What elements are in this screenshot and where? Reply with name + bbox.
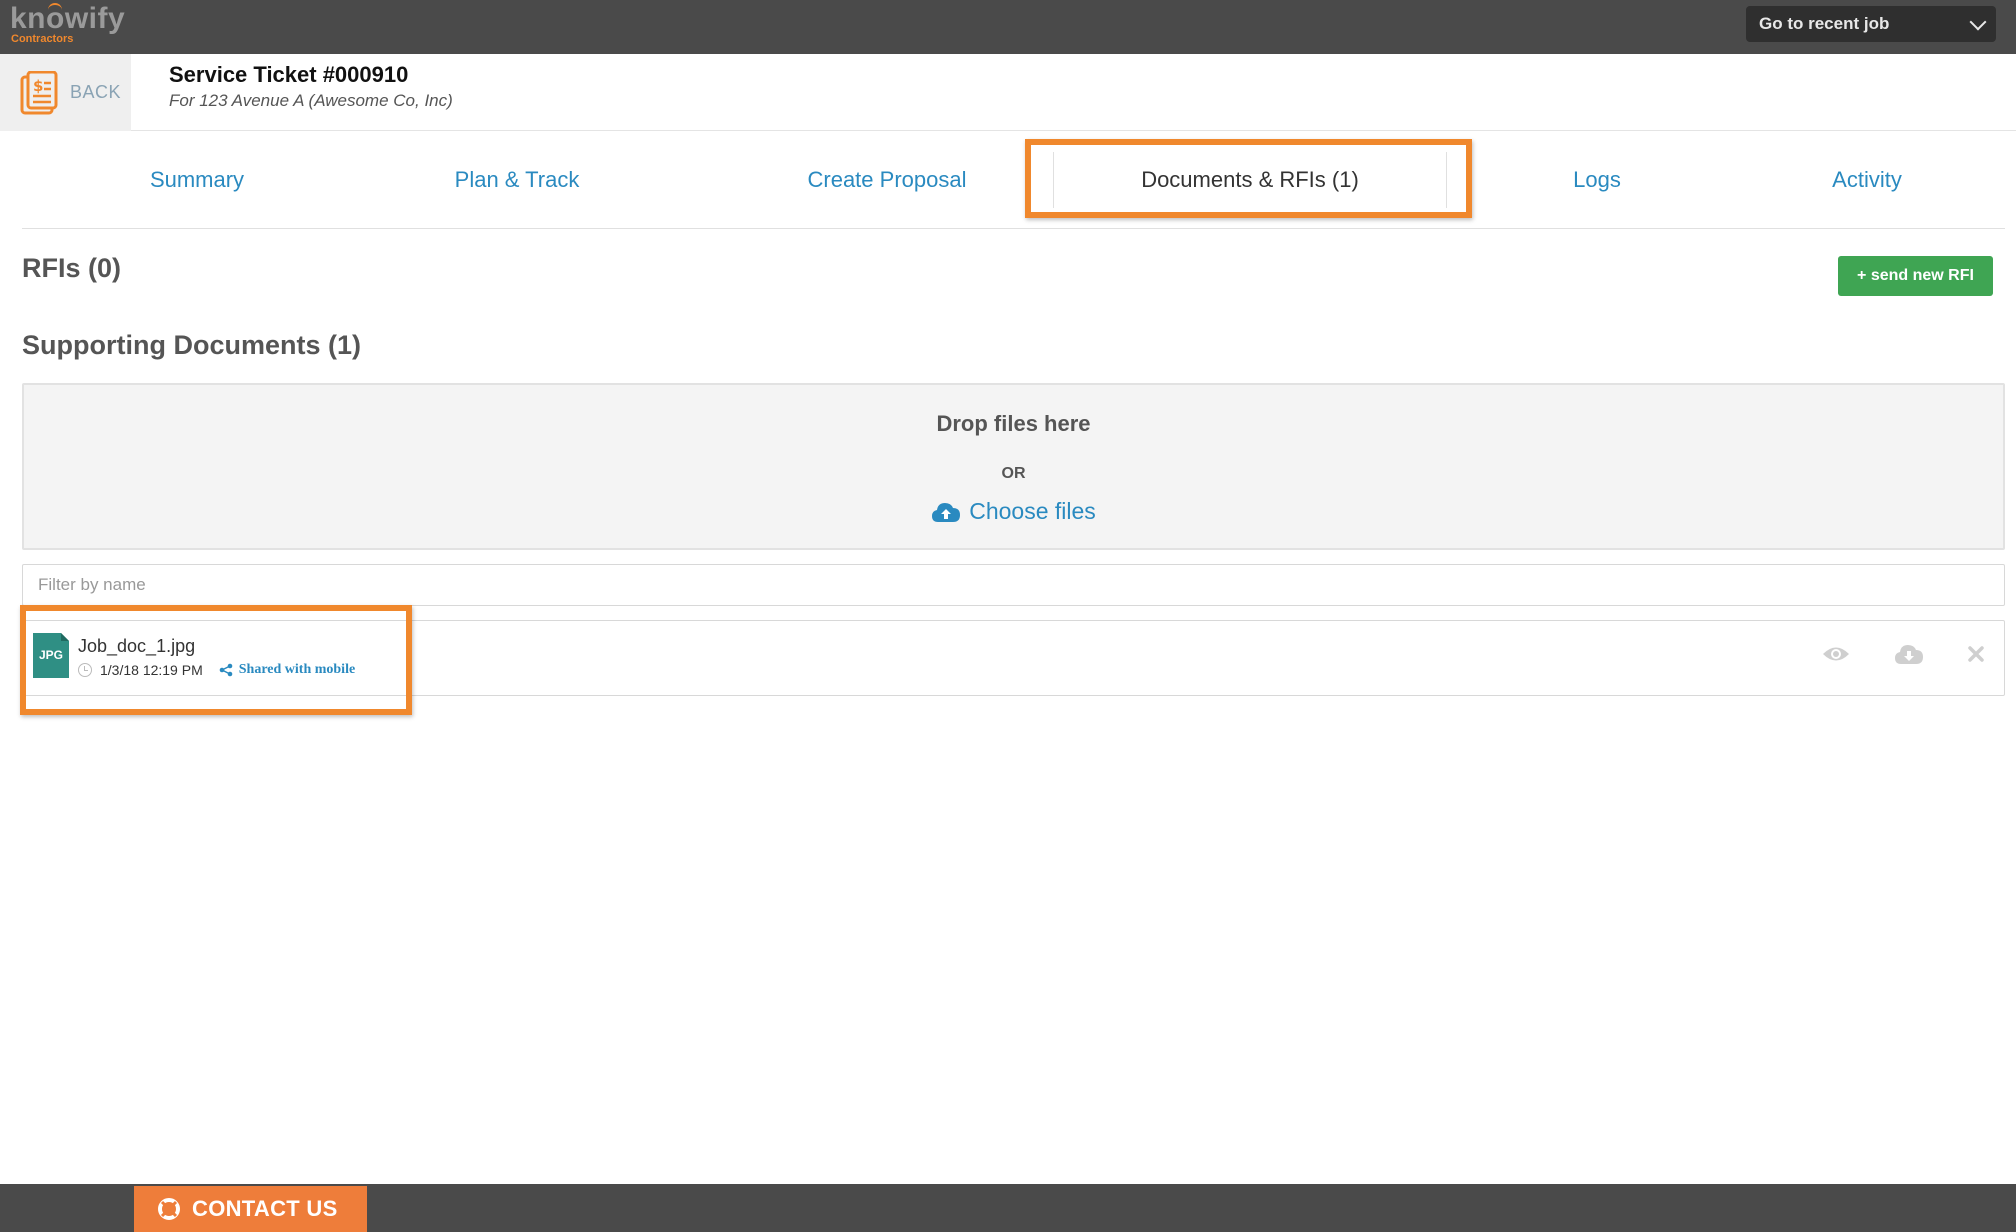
lifebuoy-icon [158, 1198, 180, 1220]
supporting-documents-heading: Supporting Documents (1) [22, 330, 361, 360]
cloud-download-icon[interactable] [1894, 643, 1924, 665]
jpg-file-icon: JPG [33, 633, 69, 678]
page-subtitle: For 123 Avenue A (Awesome Co, Inc) [169, 91, 453, 110]
send-new-rfi-button[interactable]: + send new RFI [1838, 256, 1993, 296]
tab-summary[interactable]: Summary [62, 131, 332, 229]
clock-icon [78, 663, 92, 677]
tab-activity[interactable]: Activity [1732, 131, 2002, 229]
tab-create-proposal[interactable]: Create Proposal [732, 131, 1042, 229]
tab-logs[interactable]: Logs [1462, 131, 1732, 229]
file-timestamp: 1/3/18 12:19 PM [100, 662, 203, 678]
rfis-heading: RFIs (0) [22, 253, 122, 283]
active-tab-outline [1053, 152, 1447, 208]
dropzone-title: Drop files here [936, 411, 1091, 436]
share-icon [219, 663, 233, 677]
page-header: $ BACK Service Ticket #000910 For 123 Av… [0, 54, 2016, 131]
back-button[interactable]: $ BACK [0, 54, 131, 131]
choose-files-link[interactable]: Choose files [24, 498, 2003, 525]
share-label: Shared with mobile [238, 662, 356, 677]
logo-subtitle: Contractors [11, 33, 74, 45]
top-bar: knowify Contractors Go to recent job [0, 0, 2016, 54]
knowify-logo[interactable]: knowify Contractors [10, 2, 126, 45]
file-meta: 1/3/18 12:19 PM Shared with mobile [78, 662, 355, 678]
dropzone-or-label: OR [1001, 465, 1026, 482]
contact-us-button[interactable]: CONTACT US [134, 1186, 367, 1232]
choose-files-label: Choose files [969, 498, 1096, 524]
logo-wordmark: knowify [10, 2, 126, 35]
filter-by-name-input[interactable] [22, 564, 2005, 606]
svg-text:$: $ [33, 77, 43, 95]
document-row[interactable]: JPG Job_doc_1.jpg 1/3/18 12:19 PM Shared… [22, 620, 2005, 696]
back-label: BACK [70, 82, 122, 102]
cloud-upload-icon [932, 502, 961, 522]
recent-job-dropdown[interactable]: Go to recent job [1746, 6, 1996, 42]
close-icon[interactable] [1968, 646, 1984, 662]
file-dropzone[interactable]: Drop files here OR Choose files [22, 383, 2005, 550]
contact-us-label: CONTACT US [192, 1196, 338, 1221]
logo-sun-icon [48, 3, 62, 10]
page-title: Service Ticket #000910 [169, 62, 409, 87]
document-dollar-icon: $ [20, 70, 58, 115]
eye-icon[interactable] [1822, 645, 1850, 663]
shared-with-mobile-indicator[interactable]: Shared with mobile [219, 662, 355, 678]
tab-bar: Summary Plan & Track Create Proposal Doc… [22, 131, 2005, 229]
file-name[interactable]: Job_doc_1.jpg [78, 636, 195, 657]
chevron-down-icon [1969, 13, 1987, 31]
file-type-badge: JPG [39, 648, 64, 662]
tab-plan-track[interactable]: Plan & Track [382, 131, 652, 229]
row-actions [1778, 643, 1984, 665]
recent-job-label: Go to recent job [1759, 14, 1890, 33]
